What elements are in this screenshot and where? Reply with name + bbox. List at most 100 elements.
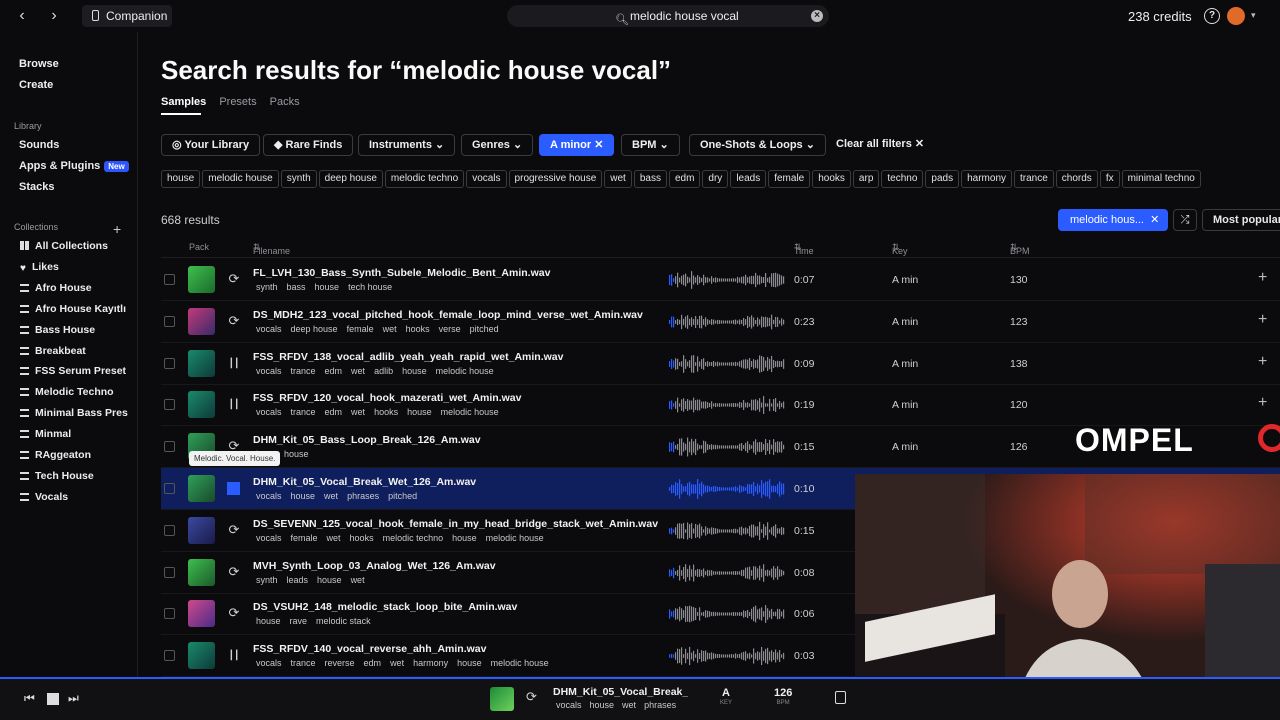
sort-select[interactable]: Most popular	[1202, 209, 1280, 231]
tag-chip[interactable]: chords	[1055, 170, 1098, 188]
add-icon[interactable]: +	[1258, 311, 1267, 329]
stop-button[interactable]	[47, 693, 59, 705]
row-tag[interactable]: wet	[351, 575, 365, 585]
tag-chip[interactable]: dry	[702, 170, 729, 188]
tag-chip[interactable]: melodic house	[202, 170, 279, 188]
collection-item[interactable]: Tech House	[20, 470, 94, 482]
row-checkbox[interactable]	[164, 399, 175, 411]
row-tag[interactable]: house	[256, 616, 281, 626]
pack-art[interactable]	[188, 475, 215, 502]
row-tag[interactable]: house	[284, 449, 309, 459]
collection-item[interactable]: Minimal Bass Pres	[20, 407, 128, 419]
row-tag[interactable]: female	[291, 533, 318, 543]
tag-chip[interactable]: wet	[604, 170, 632, 188]
tag-chip[interactable]: edm	[668, 170, 701, 188]
active-search-pill[interactable]: melodic hous... ✕	[1058, 209, 1168, 231]
clear-search-icon[interactable]: ×	[811, 10, 823, 22]
row-checkbox[interactable]	[164, 274, 175, 285]
row-tag[interactable]: vocals	[256, 366, 282, 376]
collection-item[interactable]: ♥ Likes	[20, 261, 59, 274]
player-tag[interactable]: phrases	[644, 700, 676, 710]
row-tag[interactable]: wet	[383, 324, 397, 334]
row-tag[interactable]: tech house	[348, 282, 392, 292]
tag-chip[interactable]: techno	[881, 170, 924, 188]
row-tag[interactable]: leads	[287, 575, 309, 585]
row-tag[interactable]: edm	[364, 658, 382, 668]
row-tag[interactable]: hooks	[350, 533, 374, 543]
tag-chip[interactable]: pads	[925, 170, 960, 188]
row-tag[interactable]: deep house	[291, 324, 338, 334]
row-tag[interactable]: synth	[256, 575, 278, 585]
row-tag[interactable]: phrases	[347, 491, 379, 501]
waveform[interactable]	[669, 352, 785, 376]
row-tag[interactable]: vocals	[256, 407, 282, 417]
row-tag[interactable]: house	[402, 366, 427, 376]
row-tag[interactable]: house	[291, 491, 316, 501]
sidebar-sounds[interactable]: Sounds	[19, 139, 59, 151]
companion-button[interactable]: Companion	[82, 5, 172, 27]
player-tag[interactable]: house	[590, 700, 615, 710]
collection-item[interactable]: RAggeaton	[20, 449, 91, 461]
row-checkbox[interactable]	[164, 441, 175, 453]
file-name[interactable]: FL_LVH_130_Bass_Synth_Subele_Melodic_Ben…	[253, 267, 550, 279]
row-tag[interactable]: female	[347, 324, 374, 334]
collection-item[interactable]: Bass House	[20, 324, 95, 336]
file-name[interactable]: FSS_RFDV_140_vocal_reverse_ahh_Amin.wav	[253, 643, 486, 655]
row-tag[interactable]: trance	[291, 658, 316, 668]
waveform[interactable]	[669, 435, 785, 459]
row-tag[interactable]: hooks	[406, 324, 430, 334]
row-tag[interactable]: melodic stack	[316, 616, 371, 626]
add-icon[interactable]: +	[1258, 269, 1267, 287]
tag-chip[interactable]: house	[161, 170, 201, 188]
add-collection-icon[interactable]: +	[113, 221, 121, 237]
row-tag[interactable]: wet	[351, 366, 365, 376]
tag-chip[interactable]: bass	[633, 170, 667, 188]
waveform[interactable]	[669, 602, 785, 626]
pack-art[interactable]	[188, 600, 215, 628]
row-tag[interactable]: melodic house	[486, 533, 544, 543]
row-tag[interactable]: house	[407, 407, 432, 417]
tag-chip[interactable]: leads	[730, 170, 767, 188]
row-tag[interactable]: rave	[290, 616, 308, 626]
waveform[interactable]	[669, 477, 785, 501]
row-checkbox[interactable]	[164, 608, 175, 620]
col-key[interactable]: Key ⇅	[892, 242, 908, 256]
player-filename[interactable]: DHM_Kit_05_Vocal_Break_Wet_126_Am.wav	[553, 686, 688, 698]
row-tag[interactable]: edm	[325, 366, 343, 376]
collection-item[interactable]: Afro House	[20, 282, 92, 294]
row-tag[interactable]: adlib	[374, 366, 393, 376]
row-tag[interactable]: hooks	[374, 407, 398, 417]
genres-filter[interactable]: Genres ⌄	[461, 134, 534, 156]
player-pack-art[interactable]	[490, 687, 514, 711]
waveform[interactable]	[669, 393, 785, 417]
row-tag[interactable]: trance	[291, 407, 316, 417]
waveform[interactable]	[669, 519, 785, 543]
collection-item[interactable]: Vocals	[20, 491, 68, 503]
tag-chip[interactable]: fx	[1099, 170, 1120, 188]
row-tag[interactable]: melodic house	[436, 366, 494, 376]
row-tag[interactable]: verse	[439, 324, 461, 334]
collection-item[interactable]: Breakbeat	[20, 345, 86, 357]
tag-chip[interactable]: female	[768, 170, 811, 188]
chevron-down-icon[interactable]: ▾	[1251, 10, 1256, 21]
tag-chip[interactable]: synth	[280, 170, 317, 188]
row-tag[interactable]: pitched	[388, 491, 417, 501]
avatar[interactable]	[1227, 7, 1245, 25]
tag-chip[interactable]: vocals	[466, 170, 507, 188]
row-tag[interactable]: harmony	[413, 658, 448, 668]
tag-chip[interactable]: progressive house	[508, 170, 603, 188]
forward-arrow-icon[interactable]: ›	[44, 6, 64, 26]
row-tag[interactable]: wet	[324, 491, 338, 501]
table-row[interactable]: ⟳ DS_MDH2_123_vocal_pitched_hook_female_l…	[161, 301, 1280, 343]
table-row[interactable]: ┃┃ FSS_RFDV_120_vocal_hook_mazerati_wet_A…	[161, 384, 1280, 427]
pack-art[interactable]	[188, 642, 215, 670]
table-row[interactable]: ┃┃ FSS_RFDV_138_vocal_adlib_yeah_yeah_rap…	[161, 343, 1280, 385]
back-arrow-icon[interactable]: ‹	[12, 6, 32, 26]
tag-chip[interactable]: minimal techno	[1121, 170, 1201, 188]
row-checkbox[interactable]	[164, 315, 175, 327]
your-library-filter[interactable]: ◎ Your Library	[161, 134, 261, 156]
file-name[interactable]: DHM_Kit_05_Bass_Loop_Break_126_Am.wav	[253, 434, 481, 446]
collection-item[interactable]: FSS Serum Preset	[20, 365, 126, 377]
tag-chip[interactable]: melodic techno	[384, 170, 465, 188]
file-name[interactable]: FSS_RFDV_120_vocal_hook_mazerati_wet_Ami…	[253, 392, 521, 404]
